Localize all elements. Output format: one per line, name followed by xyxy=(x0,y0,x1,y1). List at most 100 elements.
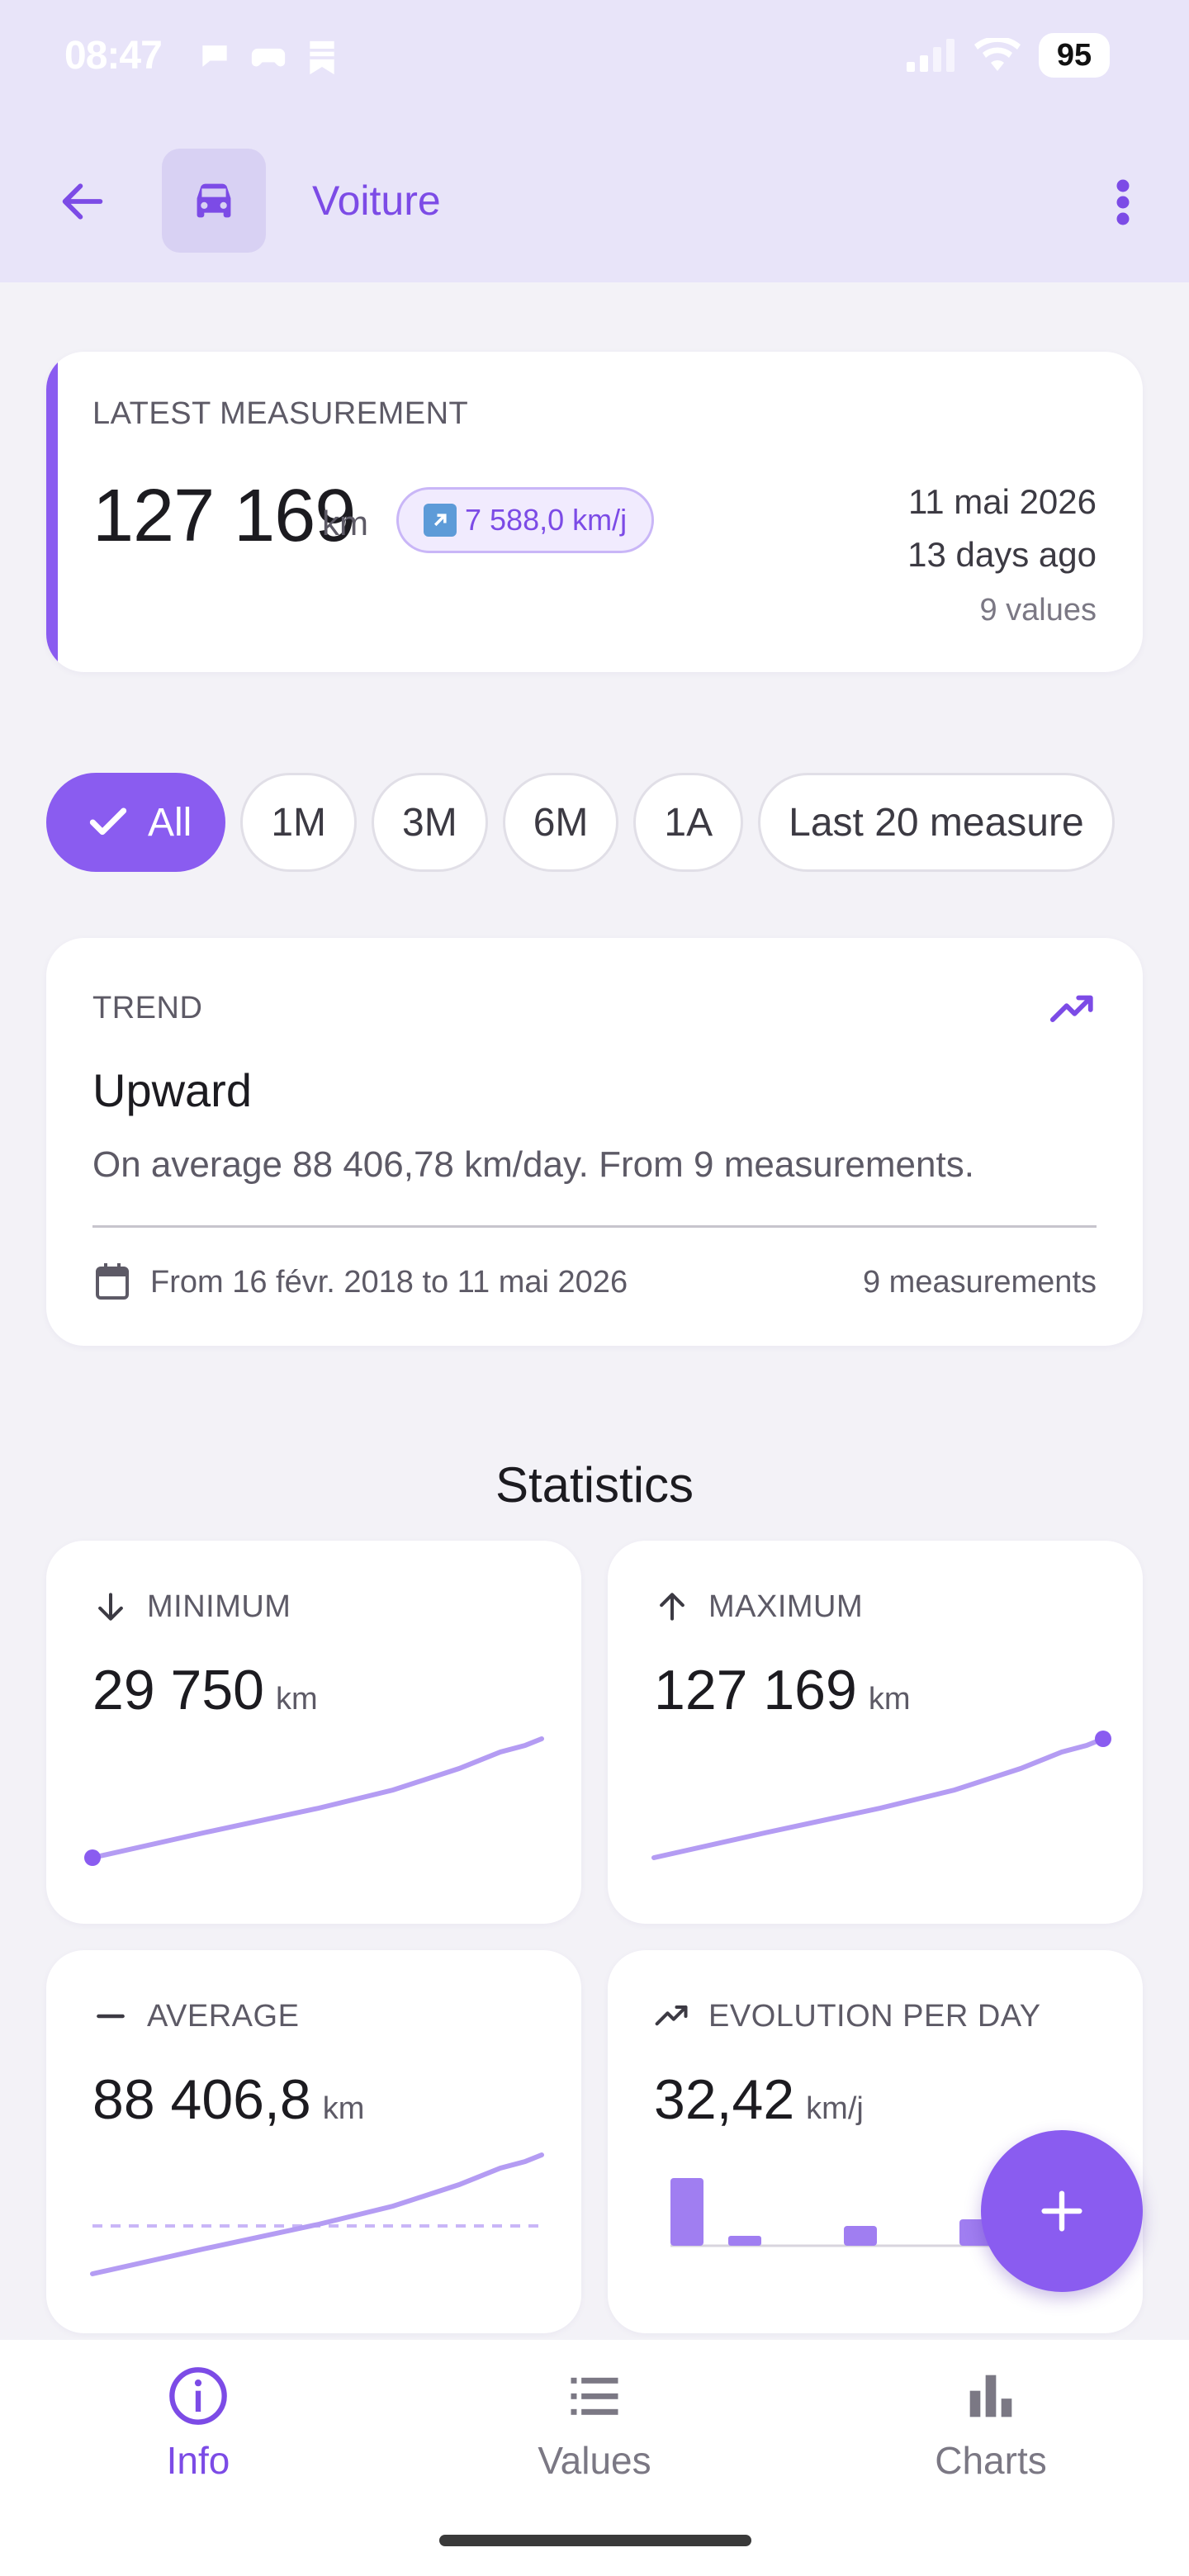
nav-label: Info xyxy=(166,2439,230,2482)
stat-card-average: AVERAGE 88 406,8 km xyxy=(46,1950,581,2333)
latest-ago: 13 days ago xyxy=(907,535,1097,574)
chat-icon xyxy=(202,45,227,67)
calendar-icon xyxy=(96,1263,129,1300)
stat-value: 88 406,8 km xyxy=(92,2067,364,2132)
game-controller-icon xyxy=(251,48,286,67)
more-vertical-icon xyxy=(1116,179,1130,225)
stat-label: AVERAGE xyxy=(147,1998,300,2034)
category-avatar xyxy=(162,149,266,253)
stat-value: 127 169 km xyxy=(654,1658,910,1722)
car-icon xyxy=(197,183,231,218)
statistics-heading: Statistics xyxy=(495,1457,694,1513)
min-point-marker xyxy=(84,1849,101,1866)
stat-unit: km xyxy=(322,2091,365,2126)
filter-chip-3m[interactable]: 3M xyxy=(372,773,488,872)
evolution-bar xyxy=(728,2236,761,2246)
status-bar: 08:47 95 xyxy=(0,0,1189,116)
stat-value: 29 750 km xyxy=(92,1658,318,1722)
check-icon xyxy=(89,807,127,836)
period-filter-chips: All 1M 3M 6M 1A Last 20 measure xyxy=(46,773,1143,875)
stat-card-minimum: MINIMUM 29 750 km xyxy=(46,1541,581,1924)
app-header: 08:47 95 Voiture xyxy=(0,0,1189,282)
add-measurement-button[interactable] xyxy=(981,2130,1143,2292)
back-button[interactable] xyxy=(50,168,116,234)
stat-unit: km xyxy=(868,1682,911,1717)
notification-icons xyxy=(197,38,340,78)
trend-description: On average 88 406,78 km/day. From 9 meas… xyxy=(92,1144,974,1185)
max-point-marker xyxy=(1095,1731,1111,1747)
filter-chip-1a[interactable]: 1A xyxy=(633,773,744,872)
filter-chip-label: All xyxy=(148,800,192,845)
dash-icon xyxy=(97,2014,125,2019)
stat-number: 88 406,8 xyxy=(92,2068,311,2131)
trend-direction: Upward xyxy=(92,1064,252,1116)
arrow-down-icon xyxy=(98,1593,123,1621)
latest-unit: km xyxy=(322,504,368,542)
latest-measurement-card: LATEST MEASUREMENT 127 169 km 7 588,0 km… xyxy=(46,352,1143,672)
page-title: Voiture xyxy=(312,178,441,224)
plus-icon xyxy=(1041,2190,1082,2232)
home-indicator[interactable] xyxy=(439,2535,751,2546)
stat-unit: km xyxy=(275,1682,318,1717)
signal-icon xyxy=(907,39,955,72)
filter-chip-6m[interactable]: 6M xyxy=(502,773,619,872)
latest-label: LATEST MEASUREMENT xyxy=(92,396,469,431)
stat-label: MINIMUM xyxy=(147,1589,291,1624)
stat-label: MAXIMUM xyxy=(708,1589,864,1624)
stat-number: 29 750 xyxy=(92,1659,264,1721)
stat-header: AVERAGE xyxy=(92,1998,299,2034)
list-icon xyxy=(571,2377,618,2415)
nav-label: Charts xyxy=(935,2439,1047,2482)
info-icon xyxy=(169,2367,227,2425)
arrow-left-icon xyxy=(62,183,103,220)
stat-header: MINIMUM xyxy=(92,1589,291,1625)
nav-label: Values xyxy=(538,2439,651,2482)
bookmark-icon xyxy=(310,40,334,75)
divider xyxy=(92,1225,1097,1228)
nav-tab-values[interactable]: Values xyxy=(471,2365,718,2483)
battery-level: 95 xyxy=(1039,33,1110,78)
bar-chart-icon xyxy=(969,2375,1012,2417)
rate-text: 7 588,0 km/j xyxy=(465,503,628,537)
arrow-up-icon xyxy=(660,1593,685,1621)
nav-tab-charts[interactable]: Charts xyxy=(867,2365,1115,2483)
filter-chip-all[interactable]: All xyxy=(46,773,226,872)
stat-number: 32,42 xyxy=(654,2068,795,2131)
system-icons: 95 xyxy=(907,33,1110,78)
latest-value: 127 169 xyxy=(92,475,356,557)
arrow-up-right-icon xyxy=(424,504,457,537)
trend-measurement-count: 9 measurements xyxy=(862,1265,1097,1300)
latest-count: 9 values xyxy=(979,593,1097,627)
evolution-bar xyxy=(844,2226,877,2246)
trending-up-icon xyxy=(655,2005,688,2026)
latest-meta: 11 mai 2026 13 days ago 9 values xyxy=(907,476,1097,639)
trending-up-icon xyxy=(1049,995,1093,1022)
sparkline-line xyxy=(651,1736,1106,1860)
sparkline-chart xyxy=(651,1731,1111,1860)
trend-date-range: From 16 févr. 2018 to 11 mai 2026 xyxy=(150,1265,628,1300)
card-accent-bar xyxy=(46,352,58,672)
stat-number: 127 169 xyxy=(654,1659,857,1721)
status-time: 08:47 xyxy=(64,34,163,78)
stat-value: 32,42 km/j xyxy=(654,2067,864,2132)
wifi-icon xyxy=(974,38,1021,71)
nav-tab-info[interactable]: Info xyxy=(74,2365,322,2483)
app-bar: Voiture xyxy=(0,140,1189,264)
stat-label: EVOLUTION PER DAY xyxy=(708,1998,1041,2034)
trend-card: TREND Upward On average 88 406,78 km/day… xyxy=(46,938,1143,1346)
filter-chip-last-20[interactable]: Last 20 measure xyxy=(758,773,1115,872)
filter-chip-1m[interactable]: 1M xyxy=(240,773,358,872)
sparkline-line xyxy=(90,1736,544,1860)
sparkline-line xyxy=(90,2152,544,2276)
latest-date: 11 mai 2026 xyxy=(907,482,1097,521)
stat-header: EVOLUTION PER DAY xyxy=(654,1998,1041,2034)
rate-badge: 7 588,0 km/j xyxy=(396,487,655,553)
stat-card-maximum: MAXIMUM 127 169 km xyxy=(608,1541,1143,1924)
sparkline-chart xyxy=(84,1736,544,1866)
sparkline-chart xyxy=(90,2152,544,2276)
trend-label: TREND xyxy=(92,991,203,1025)
stat-unit: km/j xyxy=(806,2091,864,2126)
stat-header: MAXIMUM xyxy=(654,1589,863,1625)
more-options-button[interactable] xyxy=(1090,165,1156,239)
evolution-bar xyxy=(670,2178,703,2246)
